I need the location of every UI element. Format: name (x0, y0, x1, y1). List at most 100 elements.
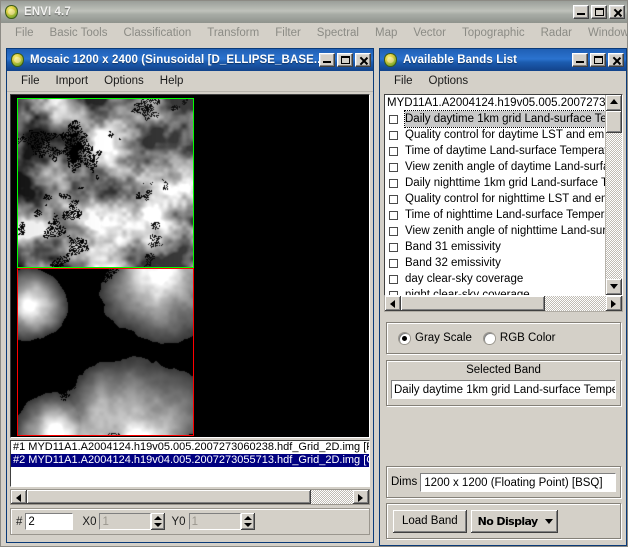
mosaic-file-list[interactable]: #1 MYD11A1.A2004124.h19v05.005.200727306… (10, 440, 370, 487)
x0-input[interactable]: 1 (99, 513, 152, 530)
mosaic-menu-help[interactable]: Help (152, 75, 192, 87)
bands-title-bar: Available Bands List (380, 49, 626, 71)
tile-number-input[interactable]: 2 (25, 513, 74, 530)
band-checkbox-icon[interactable] (389, 178, 398, 188)
mosaic-minimize-button[interactable] (319, 53, 335, 67)
mosaic-coordinate-bar: # 2 X0 1 Y0 1 (10, 508, 370, 535)
x0-stepper[interactable] (151, 513, 166, 530)
chevron-down-icon (544, 518, 553, 524)
band-item-9[interactable]: Band 32 emissivity (385, 255, 605, 271)
y0-input[interactable]: 1 (188, 513, 241, 530)
bands-vertical-scrollbar[interactable] (605, 95, 622, 295)
band-checkbox-icon[interactable] (389, 146, 398, 156)
mosaic-file-row-2[interactable]: #2 MYD11A1.A2004124.h19v04.005.200727305… (11, 454, 369, 467)
envi-globe-icon (4, 4, 19, 20)
bands-menu-file[interactable]: File (386, 75, 421, 87)
band-item-7-label: View zenith angle of nighttime Land-surf… (405, 225, 605, 237)
bands-menu-options[interactable]: Options (421, 75, 477, 87)
mosaic-menu-file[interactable]: File (13, 75, 48, 87)
mosaic-horizontal-scrollbar[interactable] (10, 489, 370, 505)
band-item-8[interactable]: Band 31 emissivity (385, 239, 605, 255)
display-select-dropdown[interactable]: No Display (470, 509, 558, 533)
mosaic-scroll-thumb[interactable] (27, 490, 311, 504)
bands-file-header[interactable]: MYD11A1.A2004124.h19v05.005.20072730 (385, 96, 605, 111)
menu-map[interactable]: Map (367, 27, 405, 39)
band-item-1[interactable]: Quality control for daytime LST and emis… (385, 127, 605, 143)
mosaic-menu-import[interactable]: Import (48, 75, 97, 87)
mosaic-scroll-track[interactable] (27, 490, 353, 504)
dims-value[interactable]: 1200 x 1200 (Floating Point) [BSQ] (420, 472, 616, 492)
bands-list-items[interactable]: MYD11A1.A2004124.h19v05.005.20072730 Dai… (385, 95, 605, 295)
bands-scroll-right-arrow-icon[interactable] (606, 296, 622, 311)
menu-basic-tools[interactable]: Basic Tools (42, 27, 116, 39)
mosaic-preview-canvas[interactable] (10, 94, 370, 438)
mosaic-file-row-1[interactable]: #1 MYD11A1.A2004124.h19v05.005.200727306… (11, 441, 369, 454)
bands-scroll-left-arrow-icon[interactable] (385, 296, 401, 311)
selected-band-value[interactable]: Daily daytime 1km grid Land-surface Temp… (391, 380, 616, 399)
mosaic-menu-options[interactable]: Options (96, 75, 152, 87)
close-button[interactable] (609, 5, 625, 19)
mosaic-close-button[interactable] (355, 53, 371, 67)
band-checkbox-icon[interactable] (389, 258, 398, 268)
bands-close-button[interactable] (608, 53, 624, 67)
mosaic-menu-bar: File Import Options Help (7, 71, 373, 92)
bands-hscroll-track[interactable] (401, 296, 606, 311)
band-checkbox-icon[interactable] (389, 130, 398, 140)
mosaic-maximize-button[interactable] (337, 53, 353, 67)
band-item-0-label: Daily daytime 1km grid Land-surface Temp (404, 110, 605, 128)
bands-minimize-button[interactable] (572, 53, 588, 67)
bands-scroll-thumb[interactable] (606, 111, 622, 133)
band-checkbox-icon[interactable] (389, 114, 398, 124)
envi-main-window: ENVI 4.7 File Basic Tools Classification… (0, 0, 628, 547)
band-item-7[interactable]: View zenith angle of nighttime Land-surf… (385, 223, 605, 239)
scroll-down-arrow-icon[interactable] (606, 279, 622, 295)
scroll-right-arrow-icon[interactable] (353, 490, 369, 504)
scroll-up-arrow-icon[interactable] (606, 95, 622, 111)
menu-radar[interactable]: Radar (533, 27, 580, 39)
band-checkbox-icon[interactable] (389, 162, 398, 172)
band-checkbox-icon[interactable] (389, 194, 398, 204)
bands-hscroll-thumb[interactable] (401, 296, 545, 311)
mosaic-tile-1[interactable] (17, 98, 194, 268)
bands-list-container[interactable]: MYD11A1.A2004124.h19v05.005.20072730 Dai… (384, 94, 623, 296)
band-checkbox-icon[interactable] (389, 210, 398, 220)
radio-gray-scale-icon[interactable] (399, 332, 410, 344)
radio-rgb-color-icon[interactable] (483, 332, 495, 344)
minimize-button[interactable] (573, 5, 589, 19)
menu-topographic[interactable]: Topographic (454, 27, 533, 39)
band-item-6[interactable]: Time of nighttime Land-surface Temperatu (385, 207, 605, 223)
band-checkbox-icon[interactable] (389, 274, 398, 284)
envi-menu-bar: File Basic Tools Classification Transfor… (1, 23, 628, 43)
menu-file[interactable]: File (7, 27, 42, 39)
menu-classification[interactable]: Classification (116, 27, 200, 39)
band-item-2[interactable]: Time of daytime Land-surface Temperatur (385, 143, 605, 159)
band-item-4[interactable]: Daily nighttime 1km grid Land-surface Te… (385, 175, 605, 191)
radio-rgb-color[interactable]: RGB Color (483, 332, 556, 344)
load-band-button[interactable]: Load Band (393, 509, 467, 533)
maximize-button[interactable] (591, 5, 607, 19)
bands-maximize-button[interactable] (590, 53, 606, 67)
band-checkbox-icon[interactable] (389, 226, 398, 236)
mosaic-tile-2[interactable] (17, 268, 194, 436)
band-item-3[interactable]: View zenith angle of daytime Land-surfac… (385, 159, 605, 175)
dims-label: Dims (391, 476, 418, 488)
band-item-8-label: Band 31 emissivity (405, 241, 501, 253)
radio-gray-scale[interactable]: Gray Scale (399, 332, 472, 344)
menu-filter[interactable]: Filter (267, 27, 309, 39)
band-item-0[interactable]: Daily daytime 1km grid Land-surface Temp (385, 110, 605, 128)
scroll-left-arrow-icon[interactable] (11, 490, 27, 504)
selected-band-title: Selected Band (466, 364, 541, 376)
band-checkbox-icon[interactable] (389, 242, 398, 252)
menu-transform[interactable]: Transform (199, 27, 267, 39)
menu-window[interactable]: Window (580, 27, 628, 39)
band-item-10[interactable]: day clear-sky coverage (385, 271, 605, 287)
band-item-11[interactable]: night clear-sky coverage (385, 287, 605, 295)
band-checkbox-icon[interactable] (389, 290, 398, 295)
band-item-1-label: Quality control for daytime LST and emis… (405, 129, 605, 141)
menu-vector[interactable]: Vector (405, 27, 454, 39)
mosaic-title-bar: Mosaic 1200 x 2400 (Sinusoidal [D_ELLIPS… (7, 49, 373, 71)
y0-stepper[interactable] (240, 513, 255, 530)
bands-horizontal-scrollbar[interactable] (384, 296, 623, 312)
band-item-5[interactable]: Quality control for nighttime LST and em… (385, 191, 605, 207)
menu-spectral[interactable]: Spectral (309, 27, 367, 39)
